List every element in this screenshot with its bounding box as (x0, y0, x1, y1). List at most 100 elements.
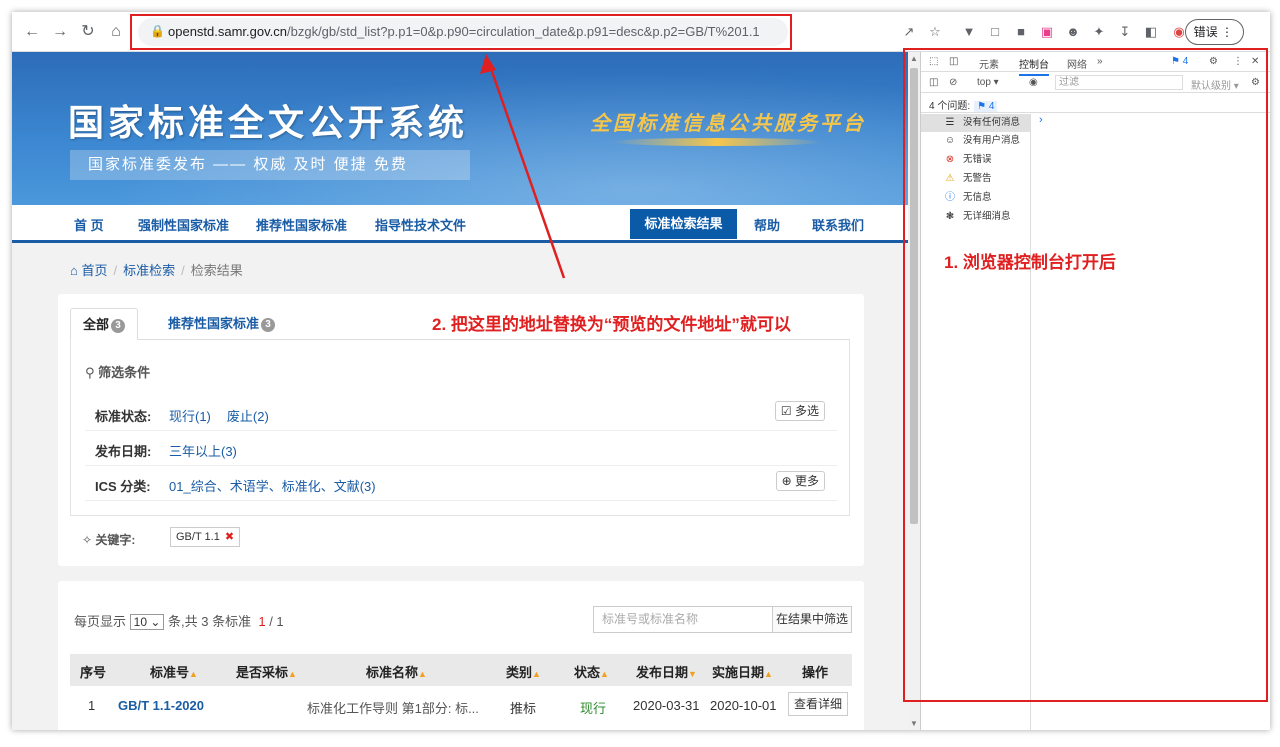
tab-recommended-count: 3 (261, 317, 276, 332)
nav-mandatory[interactable]: 强制性国家标准 (138, 215, 229, 234)
extension-blank-icon[interactable]: □ (986, 23, 1004, 41)
col-adopted-label: 是否采标 (236, 665, 289, 680)
more-button[interactable]: ⊕ 更多 (775, 471, 825, 491)
col-category-label: 类别 (506, 665, 533, 680)
nav-recommended[interactable]: 推荐性国家标准 (256, 215, 347, 234)
sort-icon: ▲ (532, 669, 541, 679)
tab-all-count: 3 (111, 318, 126, 333)
filter-heading: ⚲ 筛选条件 (85, 362, 150, 381)
filter-ics-label: ICS 分类: (95, 479, 151, 494)
per-page-select[interactable]: 10 ⌄ (129, 614, 165, 630)
col-status-label: 状态 (574, 665, 601, 680)
extension-translate-icon[interactable]: ▣ (1038, 23, 1056, 41)
sort-desc-icon: ▼ (688, 669, 697, 679)
extension-face-icon[interactable]: ☻ (1064, 23, 1082, 41)
filter-date-option[interactable]: 三年以上(3) (169, 444, 237, 459)
filter-row-date: 发布日期: 三年以上(3) (85, 431, 837, 466)
result-search-input[interactable]: 标准号或标准名称 (593, 606, 773, 633)
annotation-step2: 2. 把这里的地址替换为“预览的文件地址”就可以 (432, 315, 791, 334)
nav-guidance[interactable]: 指导性技术文件 (375, 215, 466, 234)
tab-all[interactable]: 全部 3 (70, 308, 139, 340)
col-effective-label: 实施日期 (712, 665, 765, 680)
extensions-puzzle-icon[interactable]: ✦ (1090, 23, 1108, 41)
home-icon[interactable]: ⌂ (106, 22, 126, 42)
site-banner: 国家标准全文公开系统 国家标准委发布 —— 权威 及时 便捷 免费 全国标准信息… (12, 52, 908, 205)
reload-icon[interactable]: ↻ (78, 22, 98, 42)
site-title: 国家标准全文公开系统 (68, 103, 469, 144)
sidepanel-icon[interactable]: ◧ (1142, 23, 1160, 41)
breadcrumb-separator: / (181, 263, 185, 278)
back-icon[interactable]: ← (22, 22, 42, 42)
web-page: 国家标准全文公开系统 国家标准委发布 —— 权威 及时 便捷 免费 全国标准信息… (12, 52, 908, 730)
row-name[interactable]: 标准化工作导则 第1部分: 标... (307, 698, 479, 717)
filter-in-results-button[interactable]: 在结果中筛选 (772, 606, 852, 633)
nav-contact[interactable]: 联系我们 (812, 215, 864, 234)
per-page-prefix: 每页显示 (74, 614, 127, 629)
remove-keyword-icon[interactable]: ✖ (225, 531, 234, 543)
sort-icon: ▲ (600, 669, 609, 679)
row-effective: 2020-10-01 (710, 698, 777, 713)
sort-icon: ▲ (764, 669, 773, 679)
filter-status-abolished[interactable]: 废止(2) (227, 409, 269, 424)
per-page-suffix: 条,共 3 条标准 (168, 614, 252, 629)
keyword-tag: GB/T 1.1 ✖ (170, 527, 241, 547)
col-code-label: 标准号 (150, 665, 190, 680)
download-icon[interactable]: ↧ (1116, 23, 1134, 41)
extension-v-icon[interactable]: ▼ (960, 23, 978, 41)
col-index: 序号 (80, 665, 107, 680)
extension-box-icon[interactable]: ■ (1012, 23, 1030, 41)
devtools-highlight-box (903, 48, 1268, 702)
multi-select-label: 多选 (794, 404, 819, 418)
col-published-label: 发布日期 (636, 665, 689, 680)
results-panel: 每页显示 10 ⌄ 条,共 3 条标准 1 / 1 标准号或标准名称 在结果中筛… (58, 581, 864, 730)
profile-error-label: 错误 (1193, 25, 1218, 39)
col-published[interactable]: 发布日期▼ (636, 662, 697, 681)
col-adopted[interactable]: 是否采标▲ (236, 662, 297, 681)
breadcrumb-search[interactable]: 标准检索 (123, 263, 175, 278)
filter-ics-option[interactable]: 01_综合、术语学、标准化、文献(3) (169, 479, 376, 494)
filter-heading-label: 筛选条件 (98, 365, 151, 380)
breadcrumb-separator: / (113, 263, 118, 278)
view-detail-button[interactable]: 查看详细 (788, 692, 848, 716)
forward-icon[interactable]: → (50, 22, 70, 42)
sort-icon: ▲ (418, 669, 427, 679)
col-status[interactable]: 状态▲ (574, 662, 609, 681)
bookmark-star-icon[interactable]: ☆ (926, 23, 944, 41)
site-slogan: 全国标准信息公共服务平台 (590, 113, 866, 135)
share-icon[interactable]: ↗ (900, 23, 918, 41)
row-category: 推标 (510, 701, 537, 716)
plus-circle-icon: ⊕ (781, 474, 792, 488)
keyword-icon: ✧ (82, 533, 93, 547)
row-published: 2020-03-31 (633, 698, 700, 713)
scroll-down-icon[interactable]: ▼ (910, 719, 918, 728)
row-index: 1 (88, 698, 96, 713)
filter-date-values: 三年以上(3) (169, 441, 253, 460)
page-total: / 1 (269, 614, 284, 629)
nav-search-results[interactable]: 标准检索结果 (630, 209, 737, 239)
col-name[interactable]: 标准名称▲ (366, 662, 427, 681)
page-current: 1 (258, 614, 266, 629)
tab-recommended[interactable]: 推荐性国家标准 3 (156, 308, 287, 340)
profile-error-button[interactable]: 错误 ⋮ (1184, 19, 1244, 45)
more-label: 更多 (794, 474, 819, 488)
row-code-link[interactable]: GB/T 1.1-2020 (118, 698, 204, 713)
breadcrumb: ⌂ 首页 / 标准检索 / 检索结果 (70, 260, 243, 279)
filter-ics-values: 01_综合、术语学、标准化、文献(3) (169, 476, 392, 495)
site-subtitle: 国家标准委发布 —— 权威 及时 便捷 免费 (70, 150, 470, 180)
per-page-value: 10 (133, 615, 147, 629)
filter-status-current[interactable]: 现行(1) (169, 409, 211, 424)
col-category[interactable]: 类别▲ (506, 662, 541, 681)
nav-help[interactable]: 帮助 (754, 215, 780, 234)
keyword-value: GB/T 1.1 (176, 531, 220, 543)
checkbox-icon: ☑ (780, 404, 792, 418)
col-effective[interactable]: 实施日期▲ (712, 662, 773, 681)
breadcrumb-home[interactable]: 首页 (81, 263, 107, 278)
pagination-info: 每页显示 10 ⌄ 条,共 3 条标准 1 / 1 (74, 611, 284, 630)
nav-home[interactable]: 首 页 (74, 215, 104, 234)
main-nav: 首 页 强制性国家标准 推荐性国家标准 指导性技术文件 标准检索结果 帮助 联系… (12, 205, 908, 243)
keyword-label: ✧ 关键字: (82, 531, 135, 548)
annotation-step1: 1. 浏览器控制台打开后 (944, 253, 1116, 272)
sort-icon: ▲ (288, 669, 297, 679)
multi-select-button[interactable]: ☑ 多选 (774, 401, 825, 421)
col-code[interactable]: 标准号▲ (150, 662, 198, 681)
